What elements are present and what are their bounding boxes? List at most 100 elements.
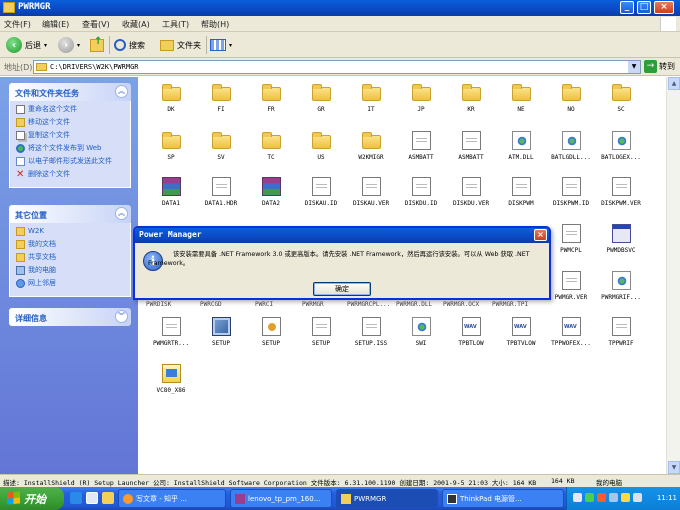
file-item[interactable]: SV [196, 129, 246, 173]
task-delete[interactable]: ✕ 删除这个文件 [16, 170, 126, 180]
back-button[interactable]: ‹ 后退 ▾ [6, 35, 47, 55]
details-header[interactable]: 详细信息 ︾ [9, 308, 131, 326]
close-button[interactable]: × [654, 1, 674, 14]
file-item[interactable]: PWRMGRIF... [596, 269, 646, 313]
file-item[interactable]: SWI [396, 315, 446, 359]
expand-chevron-icon[interactable]: ︾ [115, 310, 128, 323]
file-item[interactable]: TPBTLOW [446, 315, 496, 359]
ok-button[interactable]: 确定 [313, 282, 371, 296]
file-item[interactable]: W2KMIGR [346, 129, 396, 173]
task-move[interactable]: 移动这个文件 [16, 118, 126, 127]
tray-icon[interactable] [585, 493, 594, 502]
place-my-computer[interactable]: 我的电脑 [16, 266, 126, 275]
file-item[interactable]: DISKDU.ID [396, 175, 446, 219]
file-item[interactable]: ASMBATT [446, 129, 496, 173]
menu-favorites[interactable]: 收藏(A) [122, 19, 150, 30]
file-item[interactable]: PWMGRTR... [146, 315, 196, 359]
task-copy[interactable]: 复制这个文件 [16, 131, 126, 140]
file-item[interactable]: TC [246, 129, 296, 173]
file-item[interactable]: GR [296, 81, 346, 125]
file-item[interactable]: DISKDU.VER [446, 175, 496, 219]
file-tasks-header[interactable]: 文件和文件夹任务 ︽ [9, 83, 131, 101]
task-email[interactable]: 以电子邮件形式发送此文件 [16, 157, 126, 166]
file-item[interactable]: KR [446, 81, 496, 125]
file-item[interactable]: SETUP [296, 315, 346, 359]
file-item[interactable]: SETUP [196, 315, 246, 359]
file-item[interactable]: FI [196, 81, 246, 125]
file-item[interactable]: BATLOGEX... [596, 129, 646, 173]
address-input[interactable]: C:\DRIVERS\W2K\PWRMGR ▼ [33, 60, 641, 74]
collapse-chevron-icon[interactable]: ︽ [115, 85, 128, 98]
tray-icon[interactable] [633, 493, 642, 502]
file-item[interactable]: DATA1.HDR [196, 175, 246, 219]
file-item[interactable]: SP [146, 129, 196, 173]
file-item[interactable]: TPPWRIF [596, 315, 646, 359]
task-rename[interactable]: 重命名这个文件 [16, 105, 126, 114]
views-button[interactable]: ▾ [210, 35, 232, 55]
taskbar-button-pwrmgr[interactable]: PWRMGR [336, 489, 438, 508]
file-item[interactable]: IT [346, 81, 396, 125]
maximize-button[interactable]: □ [637, 1, 651, 14]
up-button[interactable]: ↑ [90, 35, 104, 55]
file-item[interactable]: FR [246, 81, 296, 125]
taskbar-button-thinkpad[interactable]: ThinkPad 电源管... [442, 489, 564, 508]
collapse-chevron-icon[interactable]: ︽ [115, 207, 128, 220]
file-item[interactable]: ATM.DLL [496, 129, 546, 173]
tray-icon[interactable] [609, 493, 618, 502]
scroll-down-button[interactable]: ▼ [668, 461, 680, 474]
start-button[interactable]: 开始 [0, 487, 64, 510]
menu-edit[interactable]: 编辑(E) [42, 19, 69, 30]
file-item[interactable]: SC [596, 81, 646, 125]
file-item[interactable]: NO [546, 81, 596, 125]
menu-help[interactable]: 帮助(H) [201, 19, 229, 30]
file-item[interactable]: NE [496, 81, 546, 125]
file-item[interactable]: PWMCPL [546, 222, 596, 266]
dropdown-arrow-icon[interactable]: ▾ [44, 42, 47, 49]
window-titlebar[interactable]: PWRMGR _ □ × [0, 0, 680, 16]
file-item[interactable]: DK [146, 81, 196, 125]
file-item[interactable]: VC80_X86 [146, 362, 196, 406]
file-item[interactable]: PWMDBSVC [596, 222, 646, 266]
menu-file[interactable]: 文件(F) [4, 19, 31, 30]
go-button[interactable]: → 转到 [644, 60, 675, 73]
file-item[interactable]: TPPWOFEX... [546, 315, 596, 359]
file-item[interactable]: SETUP.ISS [346, 315, 396, 359]
file-item[interactable]: DISKAU.VER [346, 175, 396, 219]
other-places-header[interactable]: 其它位置 ︽ [9, 205, 131, 223]
dropdown-arrow-icon[interactable]: ▾ [77, 42, 80, 49]
dialog-close-button[interactable]: × [534, 229, 547, 241]
dialog-titlebar[interactable]: Power Manager × [135, 228, 549, 243]
file-item[interactable]: ASMBATT [396, 129, 446, 173]
file-item[interactable]: BATLGDLL... [546, 129, 596, 173]
file-item[interactable]: US [296, 129, 346, 173]
show-desktop-icon[interactable] [86, 492, 98, 504]
tray-icon[interactable] [597, 493, 606, 502]
clock[interactable]: 11:11 [657, 494, 677, 502]
minimize-button[interactable]: _ [620, 1, 634, 14]
menu-view[interactable]: 查看(V) [82, 19, 110, 30]
file-item[interactable]: DISKPWM [496, 175, 546, 219]
forward-button[interactable]: › ▾ [58, 35, 80, 55]
file-item[interactable]: DATA1 [146, 175, 196, 219]
file-item[interactable]: DISKAU.ID [296, 175, 346, 219]
scroll-up-button[interactable]: ▲ [668, 77, 680, 90]
taskbar-button-lenovo[interactable]: lenovo_tp_pm_160... [230, 489, 332, 508]
address-dropdown-button[interactable]: ▼ [628, 61, 640, 73]
file-item[interactable]: JP [396, 81, 446, 125]
vertical-scrollbar[interactable]: ▲ ▼ [666, 77, 680, 474]
file-item[interactable]: TPBTVLOW [496, 315, 546, 359]
file-item[interactable]: SETUP [246, 315, 296, 359]
place-shared-documents[interactable]: 共享文档 [16, 253, 126, 262]
folders-button[interactable]: 文件夹 [160, 35, 201, 55]
search-button[interactable]: 搜索 [114, 35, 145, 55]
taskbar-button-zhihu[interactable]: 写文章 - 知乎 ... [118, 489, 226, 508]
tray-icon[interactable] [621, 493, 630, 502]
file-item[interactable]: DISKPWM.ID [546, 175, 596, 219]
explorer-quicklaunch-icon[interactable] [102, 492, 114, 504]
task-publish-web[interactable]: 将这个文件发布到 Web [16, 144, 126, 153]
place-w2k[interactable]: W2K [16, 227, 126, 236]
tray-icon[interactable] [573, 493, 582, 502]
menu-tools[interactable]: 工具(T) [162, 19, 189, 30]
file-item[interactable]: DATA2 [246, 175, 296, 219]
place-network[interactable]: 网上邻居 [16, 279, 126, 288]
